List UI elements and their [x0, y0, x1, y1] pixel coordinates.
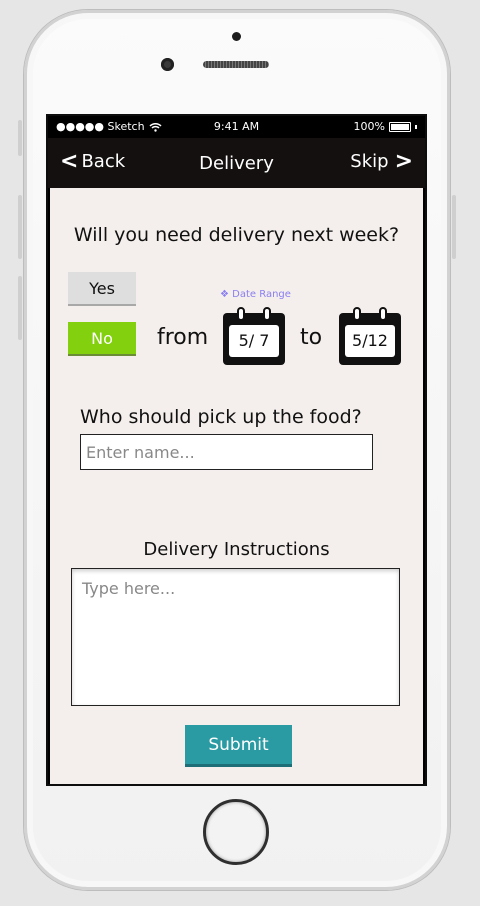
calendar-ring-right: [379, 307, 387, 321]
status-bar: ●●●●● Sketch 9:41 AM 100%: [48, 116, 425, 138]
delivery-question: Will you need delivery next week?: [73, 224, 400, 246]
calendar-ring-right: [263, 307, 271, 321]
calendar-ring-left: [237, 307, 245, 321]
volume-down-button: [18, 276, 22, 340]
instructions-textarea[interactable]: [71, 568, 400, 706]
power-button: [452, 195, 456, 259]
from-label: from: [157, 325, 209, 350]
navigation-bar: < Back Delivery Skip >: [48, 138, 425, 188]
delivery-form: Will you need delivery next week? Yes No…: [50, 188, 423, 784]
proximity-sensor: [232, 32, 241, 41]
skip-button[interactable]: Skip >: [350, 148, 413, 174]
home-button[interactable]: [203, 799, 269, 865]
instructions-label: Delivery Instructions: [143, 539, 330, 560]
battery-tip: [415, 124, 417, 129]
mute-switch: [18, 120, 22, 156]
skip-label: Skip: [350, 151, 389, 172]
no-button[interactable]: No: [68, 322, 136, 356]
start-date-calendar[interactable]: 5/ 7: [223, 307, 285, 365]
date-range-label: ❖ Date Range: [220, 289, 291, 300]
end-date-value: 5/12: [345, 325, 395, 357]
battery-percent: 100%: [353, 120, 385, 133]
pickup-name-input[interactable]: [80, 434, 373, 470]
end-date-calendar[interactable]: 5/12: [339, 307, 401, 365]
volume-up-button: [18, 195, 22, 259]
yes-button[interactable]: Yes: [68, 272, 136, 306]
earpiece-speaker: [203, 61, 269, 68]
start-date-value: 5/ 7: [229, 325, 279, 357]
status-battery: 100%: [354, 120, 417, 133]
to-label: to: [300, 325, 323, 350]
chevron-right-icon: >: [394, 148, 413, 174]
phone-screen: ●●●●● Sketch 9:41 AM 100% < Back Deliver…: [46, 114, 427, 786]
pickup-question: Who should pick up the food?: [80, 406, 362, 428]
calendar-ring-left: [353, 307, 361, 321]
submit-button[interactable]: Submit: [185, 725, 292, 767]
battery-icon: [389, 121, 411, 132]
front-camera: [161, 58, 174, 71]
